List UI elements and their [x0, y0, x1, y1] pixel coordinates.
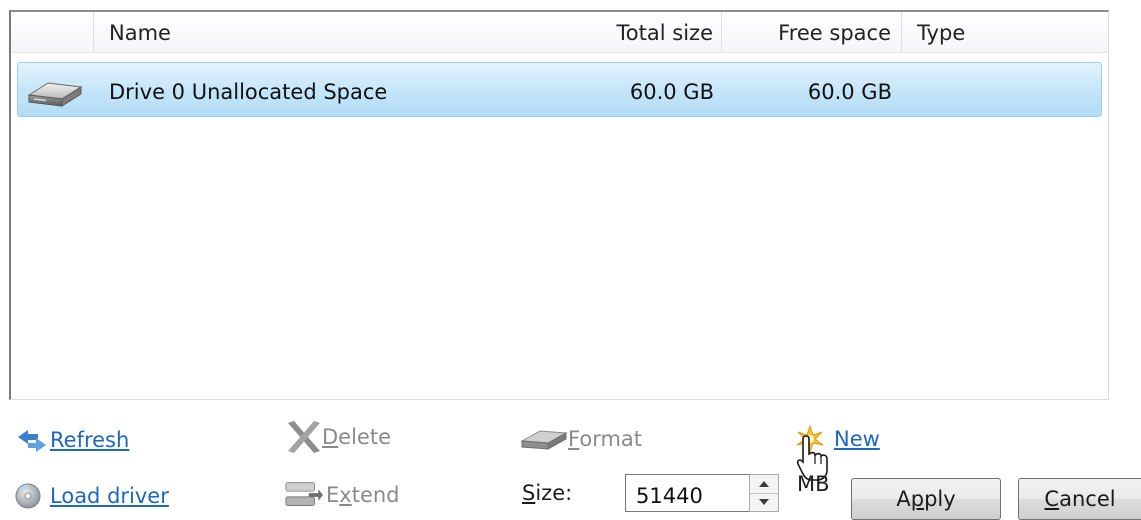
format-link[interactable]: Format	[520, 423, 660, 455]
partition-list[interactable]: Name Total size Free space Type Drive 0 …	[9, 10, 1109, 400]
column-header-total-size[interactable]: Total size	[613, 12, 713, 52]
partition-row[interactable]: Drive 0 Unallocated Space 60.0 GB 60.0 G…	[17, 62, 1102, 117]
size-label: Size:	[522, 481, 573, 505]
list-header: Name Total size Free space Type	[11, 12, 1108, 53]
refresh-link[interactable]: Refresh	[16, 424, 156, 456]
partition-free-space: 60.0 GB	[807, 80, 892, 104]
column-separator[interactable]	[721, 12, 722, 52]
format-label: Format	[568, 427, 643, 451]
extend-icon	[285, 482, 324, 506]
extend-label: Extend	[326, 483, 400, 507]
column-header-free-space[interactable]: Free space	[723, 12, 891, 52]
column-separator[interactable]	[93, 12, 94, 52]
partition-name: Drive 0 Unallocated Space	[109, 80, 388, 104]
size-spinner[interactable]	[749, 474, 779, 512]
extend-link[interactable]: Extend	[284, 479, 414, 511]
column-separator[interactable]	[901, 12, 902, 52]
spin-down-button[interactable]	[750, 493, 778, 511]
drive-icon	[27, 82, 83, 107]
arrow-up-icon	[759, 481, 769, 487]
delete-label: Delete	[322, 425, 391, 449]
format-icon	[520, 430, 568, 450]
column-header-name[interactable]: Name	[109, 12, 171, 52]
spin-up-button[interactable]	[750, 475, 778, 494]
new-label: New	[834, 427, 880, 451]
delete-link[interactable]: Delete	[284, 421, 404, 453]
refresh-label: Refresh	[50, 428, 130, 452]
partition-total-size: 60.0 GB	[629, 80, 714, 104]
delete-icon	[288, 421, 320, 453]
load-driver-icon	[15, 483, 41, 509]
load-driver-link[interactable]: Load driver	[14, 480, 184, 512]
size-unit-label: MB	[797, 472, 830, 496]
arrow-down-icon	[759, 499, 769, 505]
cancel-button[interactable]: Cancel	[1018, 478, 1141, 520]
column-header-type[interactable]: Type	[917, 12, 965, 52]
size-input[interactable]	[625, 474, 749, 512]
load-driver-label: Load driver	[50, 484, 169, 508]
apply-button[interactable]: Apply	[851, 478, 1001, 520]
